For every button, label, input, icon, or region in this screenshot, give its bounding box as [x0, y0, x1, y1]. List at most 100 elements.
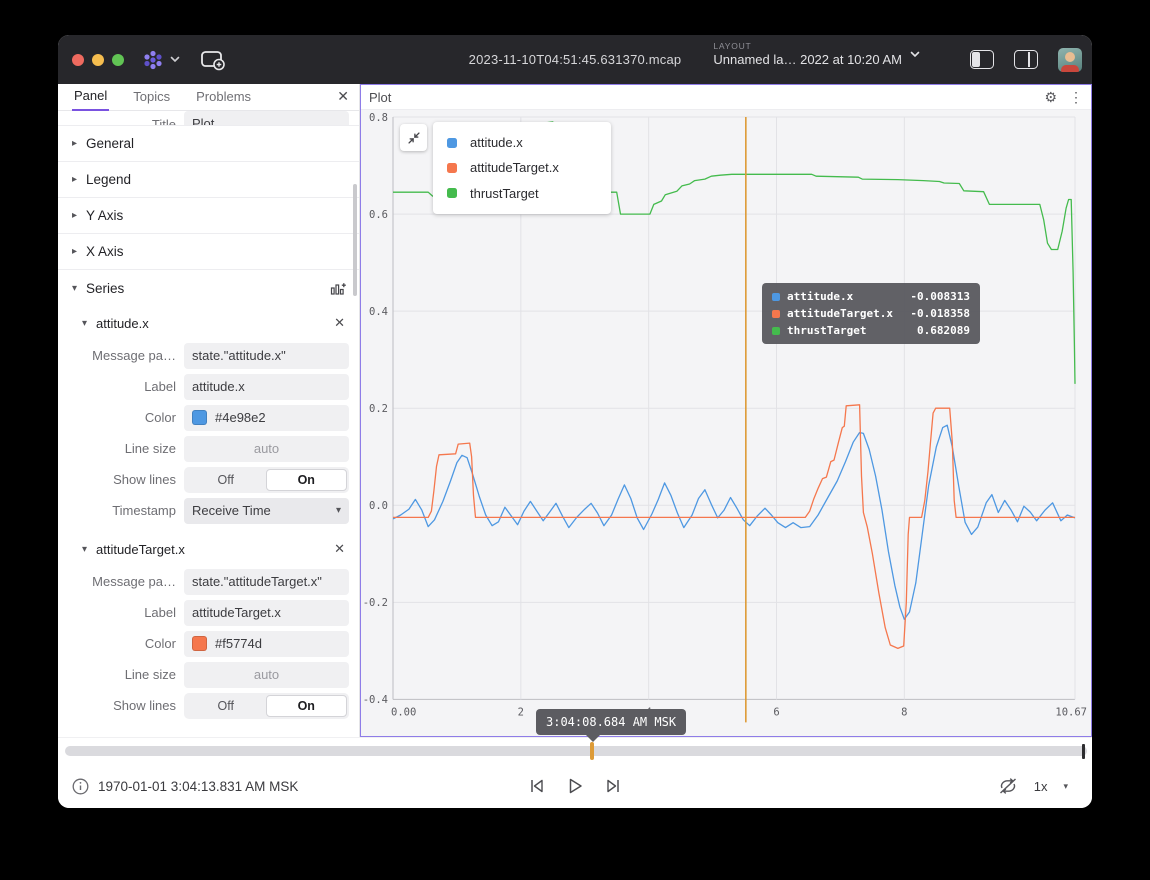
show-lines-off-button[interactable]: Off — [186, 469, 266, 491]
label-input[interactable]: attitudeTarget.x — [184, 600, 349, 626]
chevron-down-icon: ▾ — [72, 283, 86, 294]
right-sidebar-toggle-icon[interactable] — [1014, 50, 1038, 69]
avatar-face — [1065, 52, 1075, 62]
panel-title: Plot — [369, 90, 391, 105]
timeline-playhead[interactable] — [590, 742, 594, 760]
section-legend[interactable]: ▸Legend — [58, 162, 359, 198]
timestamp-select[interactable]: Receive Time ▾ — [184, 498, 349, 524]
field-row-label: Label attitude.x — [58, 371, 359, 402]
svg-text:0.6: 0.6 — [369, 209, 388, 221]
settings-sidebar: Panel Topics Problems ✕ Title Plot ▸Gene… — [58, 84, 360, 737]
color-swatch[interactable] — [192, 636, 207, 651]
tab-problems[interactable]: Problems — [194, 84, 253, 110]
color-swatch[interactable] — [192, 410, 207, 425]
field-row-label: Label attitudeTarget.x — [58, 597, 359, 628]
legend-item-attitude-target-x[interactable]: attitudeTarget.x — [433, 160, 611, 175]
color-input[interactable]: #4e98e2 — [184, 405, 349, 431]
desktop-background: 2023-11-10T04:51:45.631370.mcap LAYOUT U… — [0, 0, 1150, 880]
legend-collapse-button[interactable] — [400, 124, 427, 151]
field-row-timestamp: Timestamp Receive Time ▾ — [58, 495, 359, 526]
chevron-down-icon: ▾ — [336, 505, 341, 516]
svg-text:8: 8 — [901, 706, 907, 718]
field-label: Message pa… — [58, 574, 176, 589]
message-path-input[interactable]: state."attitudeTarget.x" — [184, 569, 349, 595]
title-field-row-clipped: Title Plot — [58, 111, 359, 126]
title-field-input[interactable]: Plot — [184, 111, 349, 126]
zoom-window-button[interactable] — [112, 54, 124, 66]
traffic-lights — [72, 54, 124, 66]
svg-text:0.0: 0.0 — [369, 500, 388, 512]
sidebar-scrollbar[interactable] — [353, 184, 357, 296]
chevron-down-icon[interactable]: ▾ — [1063, 781, 1068, 792]
legend-label: thrustTarget — [470, 186, 539, 201]
title-field-label: Title — [58, 117, 176, 127]
avatar[interactable] — [1058, 48, 1082, 72]
field-label: Line size — [58, 667, 176, 682]
left-sidebar-toggle-icon[interactable] — [970, 50, 994, 69]
chevron-right-icon: ▸ — [72, 210, 86, 221]
legend-swatch — [447, 138, 457, 148]
field-label: Show lines — [58, 698, 176, 713]
seek-forward-button[interactable] — [604, 777, 622, 795]
svg-text:-0.4: -0.4 — [363, 694, 388, 706]
field-row-color: Color #f5774d — [58, 628, 359, 659]
color-hex-value: #f5774d — [215, 636, 262, 651]
remove-series-icon[interactable]: ✕ — [332, 313, 347, 333]
app-menu-button[interactable] — [142, 49, 180, 71]
seek-backward-button[interactable] — [528, 777, 546, 795]
remove-series-icon[interactable]: ✕ — [332, 539, 347, 559]
tab-topics[interactable]: Topics — [131, 84, 172, 110]
message-path-input[interactable]: state."attitude.x" — [184, 343, 349, 369]
line-size-input[interactable]: auto — [184, 662, 349, 688]
field-row-message-path: Message pa… state."attitude.x" — [58, 340, 359, 371]
chevron-right-icon: ▸ — [72, 138, 86, 149]
panel-menu-kebab-icon[interactable]: ⋮ — [1069, 90, 1083, 104]
show-lines-on-button[interactable]: On — [266, 469, 348, 491]
show-lines-toggle: Off On — [184, 693, 349, 719]
svg-text:-0.2: -0.2 — [363, 597, 388, 609]
field-label: Label — [58, 379, 176, 394]
field-label: Message pa… — [58, 348, 176, 363]
timestamp-value: Receive Time — [192, 503, 271, 518]
show-lines-on-button[interactable]: On — [266, 695, 348, 717]
field-label: Color — [58, 636, 176, 651]
field-row-line-size: Line size auto — [58, 659, 359, 690]
playback-speed-button[interactable]: 1x — [1034, 779, 1048, 794]
line-size-input[interactable]: auto — [184, 436, 349, 462]
section-x-axis[interactable]: ▸X Axis — [58, 234, 359, 270]
show-lines-off-button[interactable]: Off — [186, 695, 266, 717]
layout-name: Unnamed la… 2022 at 10:20 AM — [713, 52, 902, 67]
series-header-attitude-x[interactable]: ▾ attitude.x ✕ — [58, 306, 359, 340]
close-window-button[interactable] — [72, 54, 84, 66]
field-label: Line size — [58, 441, 176, 456]
legend-item-thrust-target[interactable]: thrustTarget — [433, 186, 611, 201]
field-row-show-lines: Show lines Off On — [58, 690, 359, 721]
color-input[interactable]: #f5774d — [184, 631, 349, 657]
close-sidebar-icon[interactable]: ✕ — [337, 88, 349, 105]
chevron-down-icon — [170, 56, 180, 63]
panel-settings-gear-icon[interactable]: ⚙ — [1044, 90, 1057, 104]
section-y-axis[interactable]: ▸Y Axis — [58, 198, 359, 234]
add-panel-button[interactable] — [200, 49, 226, 71]
field-label: Show lines — [58, 472, 176, 487]
tab-panel[interactable]: Panel — [72, 84, 109, 111]
timeline-scrubber[interactable] — [65, 746, 1087, 756]
chevron-down-icon: ▾ — [82, 544, 96, 555]
svg-text:0.4: 0.4 — [369, 306, 388, 318]
label-input[interactable]: attitude.x — [184, 374, 349, 400]
info-icon[interactable] — [72, 778, 89, 795]
add-series-icon[interactable] — [330, 280, 347, 296]
play-button[interactable] — [566, 777, 584, 795]
minimize-window-button[interactable] — [92, 54, 104, 66]
loop-off-icon[interactable] — [998, 777, 1018, 795]
section-series[interactable]: ▾Series — [58, 270, 359, 306]
collapse-arrows-icon — [405, 129, 423, 147]
series-header-attitude-target-x[interactable]: ▾ attitudeTarget.x ✕ — [58, 532, 359, 566]
document-title: 2023-11-10T04:51:45.631370.mcap — [469, 52, 682, 67]
layout-picker[interactable]: LAYOUT Unnamed la… 2022 at 10:20 AM — [713, 41, 920, 67]
section-general[interactable]: ▸General — [58, 126, 359, 162]
timeline-end-marker — [1082, 744, 1085, 759]
chevron-right-icon: ▸ — [72, 174, 86, 185]
plot-legend: attitude.x attitudeTarget.x thrustTarget — [433, 122, 611, 214]
legend-item-attitude-x[interactable]: attitude.x — [433, 135, 611, 150]
